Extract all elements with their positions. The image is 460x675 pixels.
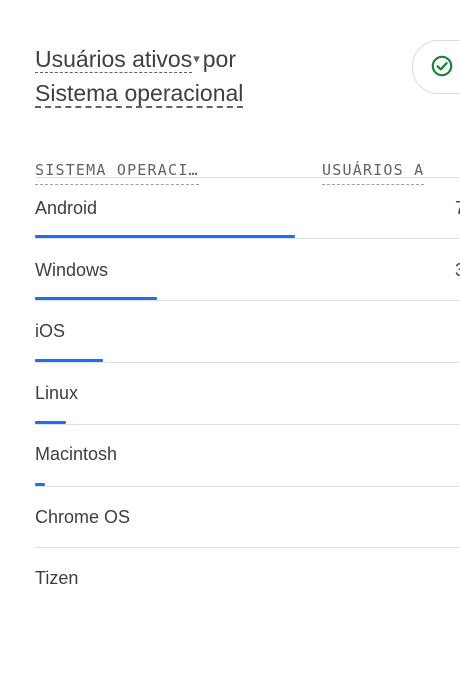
column-header-os[interactable]: SISTEMA OPERACI… [35, 160, 199, 185]
check-circle-icon [431, 55, 453, 77]
table-row-label[interactable]: iOS [35, 319, 65, 343]
os-users-card: Usuários ativos▾ por Sistema operacional … [0, 0, 460, 675]
table-row-label[interactable]: Tizen [35, 566, 78, 590]
column-header-active-users[interactable]: USUÁRIOS A [322, 160, 425, 185]
table-row-value: 3 [455, 258, 460, 282]
table-row-label[interactable]: Macintosh [35, 442, 117, 466]
table-row-label[interactable]: Linux [35, 381, 78, 405]
card-title: Usuários ativos▾ por Sistema operacional [35, 42, 315, 110]
table-row-value: 7 [455, 196, 460, 220]
status-chip[interactable] [412, 40, 460, 94]
row-divider [35, 486, 460, 487]
dimension-selector[interactable]: Sistema operacional [35, 80, 244, 108]
title-connector: por [202, 46, 237, 72]
table-row-label[interactable]: Chrome OS [35, 505, 130, 529]
header-divider [35, 177, 460, 178]
row-divider [35, 362, 460, 363]
row-divider [35, 300, 460, 301]
row-divider [35, 238, 460, 239]
row-divider [35, 424, 460, 425]
row-divider [35, 547, 460, 548]
table-row-label[interactable]: Windows [35, 258, 108, 282]
metric-selector[interactable]: Usuários ativos [35, 46, 193, 73]
metric-dropdown-icon[interactable]: ▾ [193, 42, 200, 76]
table-row-label[interactable]: Android [35, 196, 97, 220]
